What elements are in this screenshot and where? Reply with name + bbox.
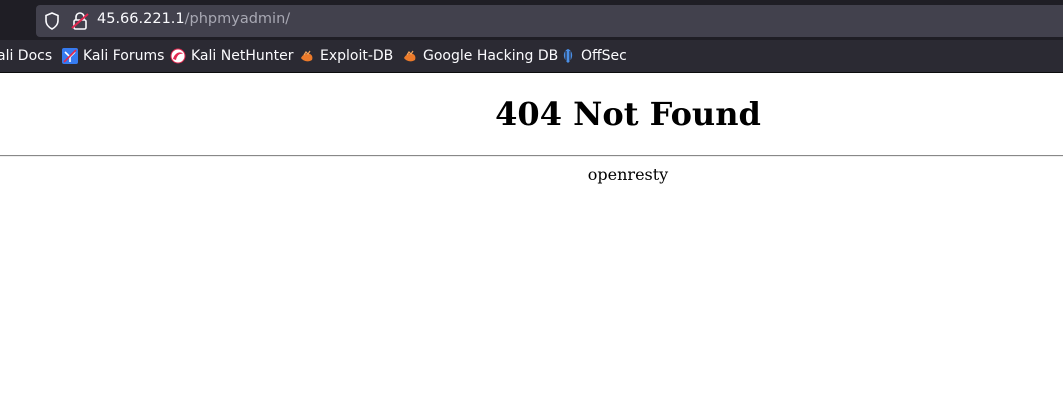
- bookmark-label: Kali NetHunter: [191, 48, 294, 64]
- url-host: 45.66.221.1: [97, 11, 185, 27]
- bookmark-offsec[interactable]: OffSec: [560, 48, 627, 64]
- url-text[interactable]: 45.66.221.1/phpmyadmin/: [97, 11, 290, 27]
- bookmark-label: ali Docs: [0, 48, 53, 64]
- bookmark-kali-docs[interactable]: ali Docs: [0, 48, 52, 64]
- exploit-db-icon: [404, 50, 416, 62]
- insecure-lock-icon[interactable]: [71, 11, 89, 31]
- bookmark-label: Exploit-DB: [320, 48, 394, 64]
- page-content: 404 Not Found openresty: [0, 73, 1063, 401]
- bookmark-kali-nethunter[interactable]: Kali NetHunter: [170, 48, 293, 64]
- bookmark-exploit-db[interactable]: Exploit-DB: [299, 48, 393, 64]
- bookmarks-toolbar: ali Docs Kali Forums Kali NetHunter Expl…: [0, 44, 1063, 72]
- exploit-db-icon: [301, 50, 313, 62]
- horizontal-rule: [0, 155, 1063, 157]
- kali-forums-icon: [62, 48, 78, 64]
- bookmark-google-hacking-db[interactable]: Google Hacking DB: [402, 48, 558, 64]
- bookmark-label: OffSec: [581, 48, 627, 64]
- bookmark-label: Google Hacking DB: [423, 48, 559, 64]
- offsec-icon: [563, 49, 573, 63]
- browser-chrome: 45.66.221.1/phpmyadmin/ ali Docs Kali Fo…: [0, 0, 1063, 73]
- bookmark-kali-forums[interactable]: Kali Forums: [62, 48, 164, 64]
- navigation-toolbar: 45.66.221.1/phpmyadmin/: [0, 0, 1063, 40]
- page-title: 404 Not Found: [495, 95, 761, 133]
- url-path: /phpmyadmin/: [184, 11, 291, 27]
- kali-nethunter-icon: [170, 48, 186, 64]
- server-signature: openresty: [587, 165, 669, 184]
- bookmark-label: Kali Forums: [83, 48, 165, 64]
- tracking-protection-shield-icon[interactable]: [44, 12, 60, 30]
